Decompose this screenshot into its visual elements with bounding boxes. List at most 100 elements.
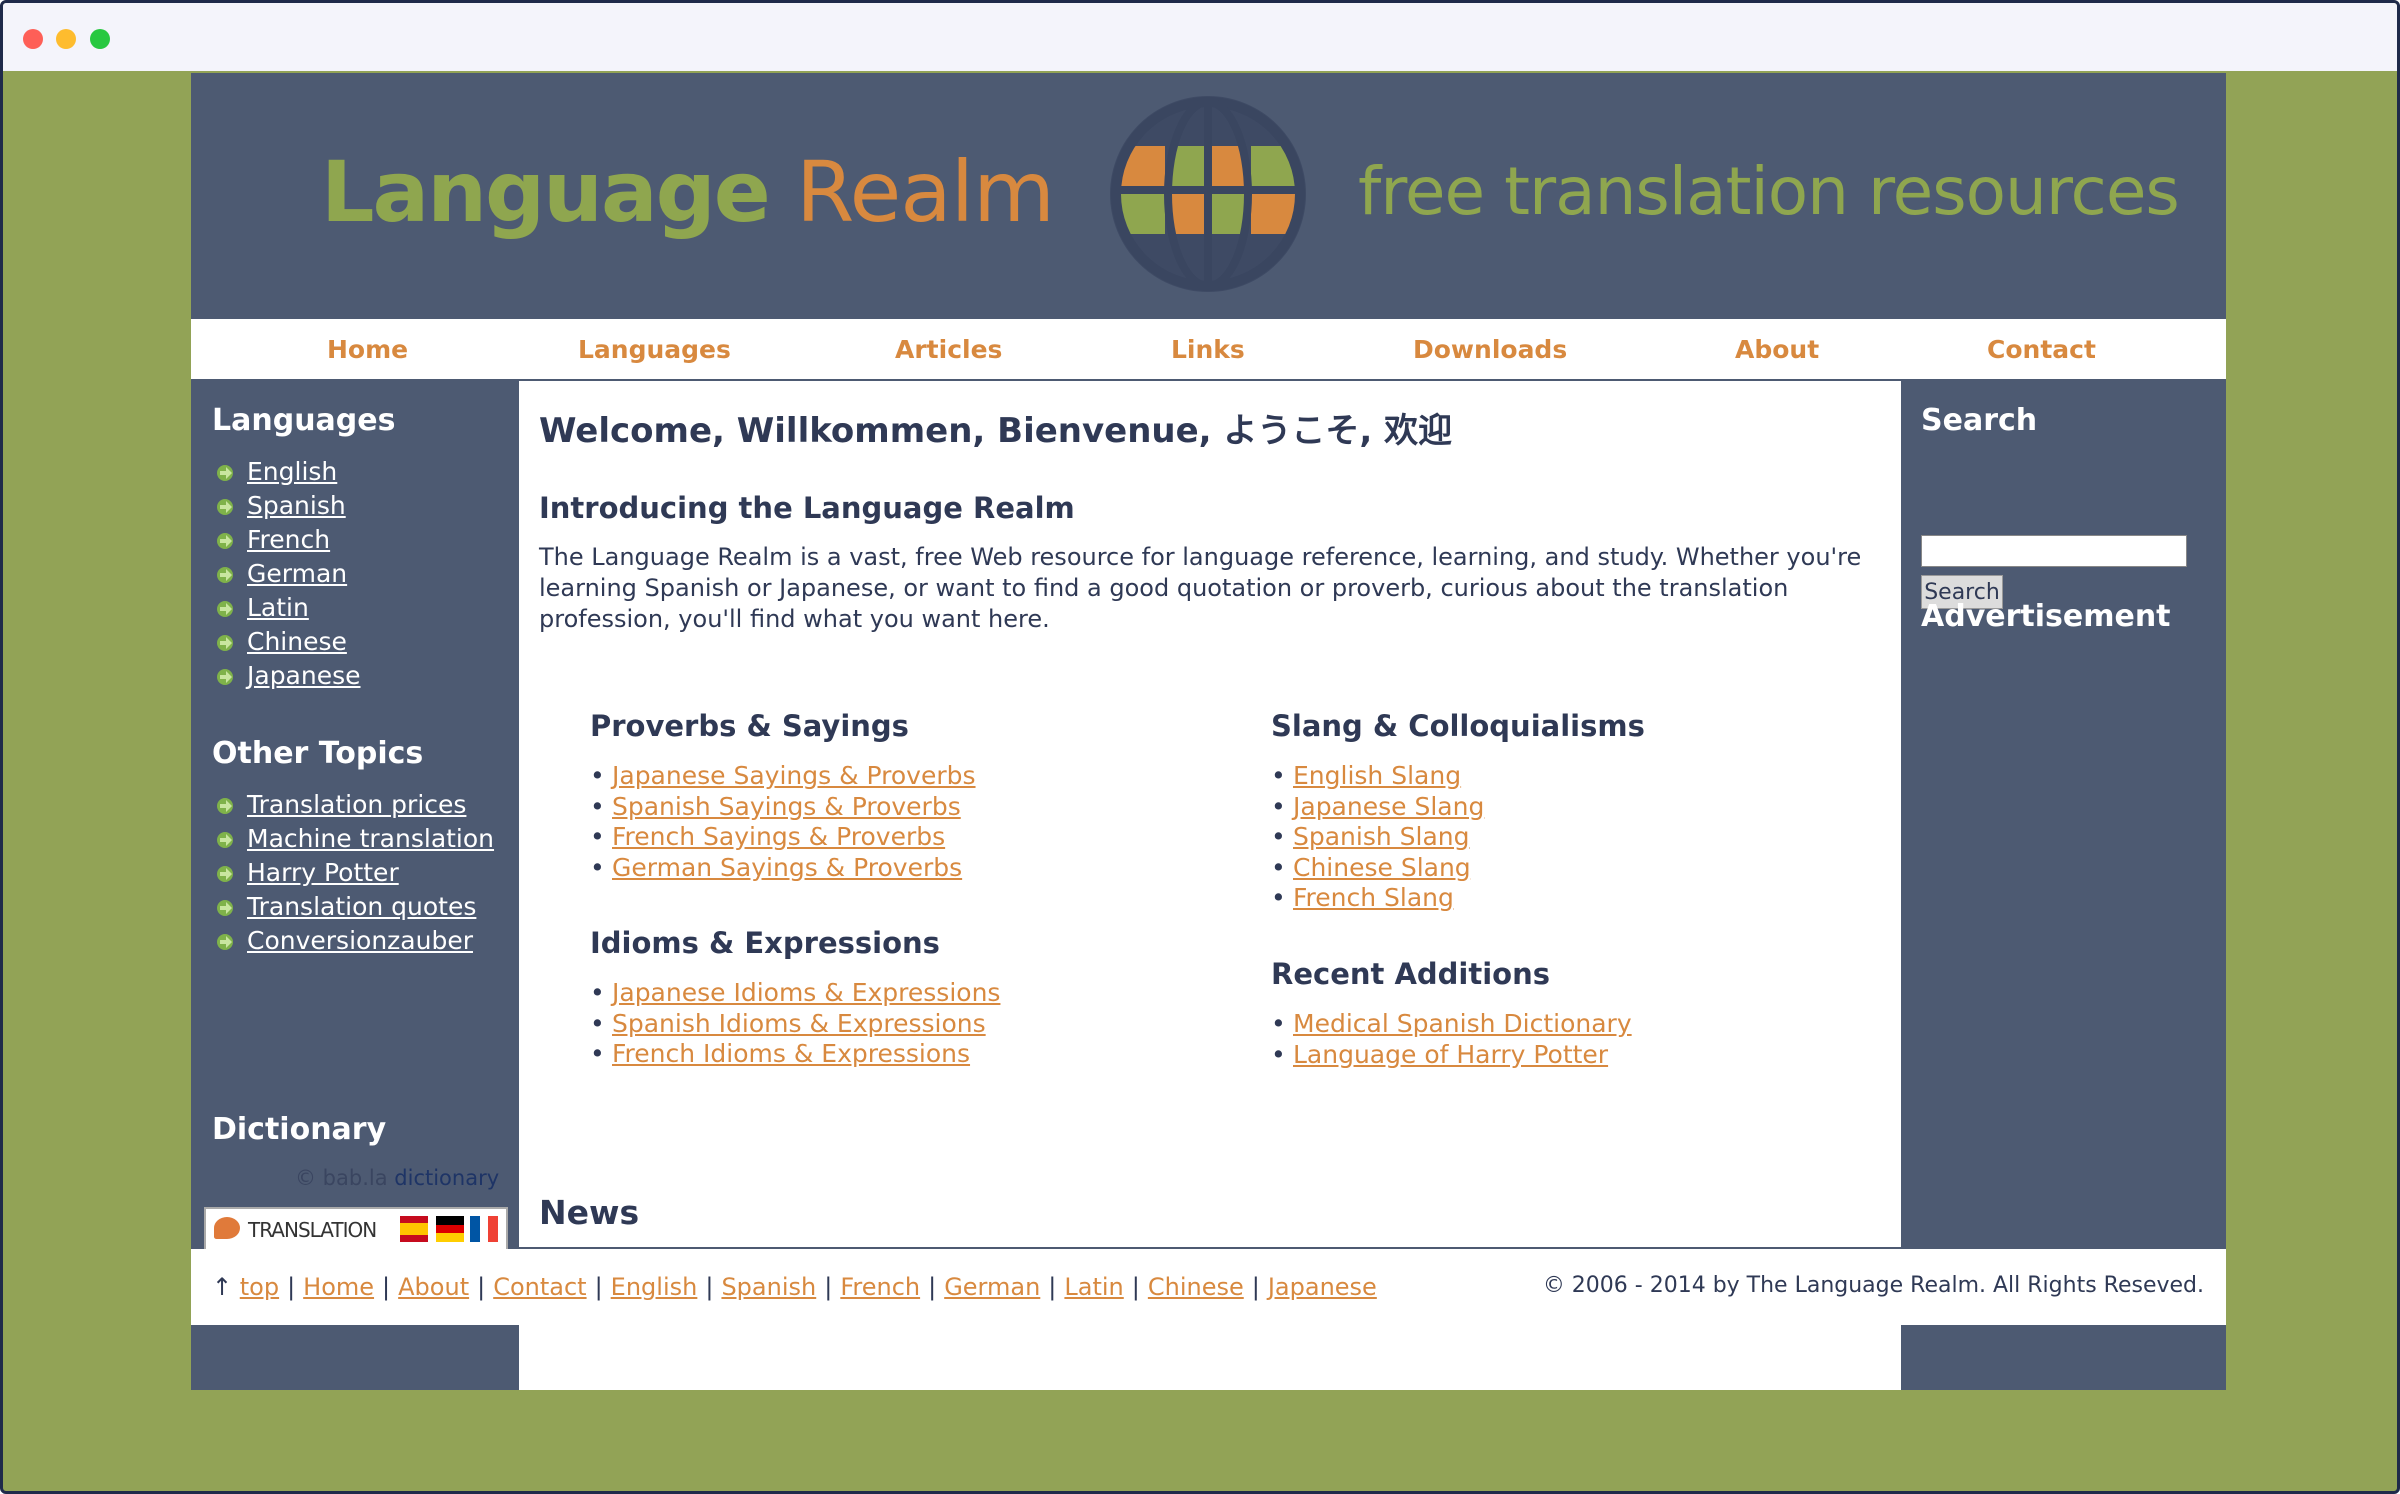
idioms-heading: Idioms & Expressions xyxy=(590,926,940,960)
news-heading: News xyxy=(539,1193,640,1232)
list-item: • Japanese Idioms & Expressions xyxy=(590,978,1001,1007)
nav-contact[interactable]: Contact xyxy=(1987,335,2096,364)
slang-list: • English Slang • Japanese Slang • Spanish … xyxy=(1271,761,1484,914)
link-french-idioms[interactable]: French Idioms & Expressions xyxy=(612,1039,970,1068)
arrow-right-icon xyxy=(217,866,233,882)
sidebar-link-chinese[interactable]: Chinese xyxy=(247,627,347,656)
arrow-right-icon xyxy=(217,601,233,617)
translation-badge-label: TRANSLATION xyxy=(248,1218,377,1242)
footer-link-chinese[interactable]: Chinese xyxy=(1148,1273,1244,1301)
link-english-slang[interactable]: English Slang xyxy=(1293,761,1461,790)
sidebar-link-translation-quotes[interactable]: Translation quotes xyxy=(247,892,476,921)
nav-downloads[interactable]: Downloads xyxy=(1413,335,1567,364)
germany-flag-icon xyxy=(436,1216,464,1242)
arrow-right-icon xyxy=(217,900,233,916)
page-container: Language Realm free translation resource… xyxy=(191,73,2226,1390)
sidebar-link-german[interactable]: German xyxy=(247,559,347,588)
recent-additions-list: • Medical Spanish Dictionary • Language of… xyxy=(1271,1009,1632,1070)
footer-link-top[interactable]: top xyxy=(240,1273,279,1301)
list-item: Japanese xyxy=(215,661,361,695)
arrow-right-icon xyxy=(217,934,233,950)
logo-tagline: free translation resources xyxy=(1358,153,2180,230)
nav-about[interactable]: About xyxy=(1735,335,1819,364)
footer-separator: | xyxy=(1251,1273,1260,1301)
france-flag-icon xyxy=(470,1216,498,1242)
footer-separator: | xyxy=(287,1273,296,1301)
link-spanish-sayings[interactable]: Spanish Sayings & Proverbs xyxy=(612,792,961,821)
link-japanese-slang[interactable]: Japanese Slang xyxy=(1293,792,1484,821)
link-japanese-idioms[interactable]: Japanese Idioms & Expressions xyxy=(612,978,1000,1007)
sidebar-link-latin[interactable]: Latin xyxy=(247,593,309,622)
nav-home[interactable]: Home xyxy=(327,335,408,364)
link-german-sayings[interactable]: German Sayings & Proverbs xyxy=(612,853,962,882)
footer-link-contact[interactable]: Contact xyxy=(493,1273,586,1301)
translation-badge[interactable]: TRANSLATION xyxy=(204,1207,508,1253)
spain-flag-icon xyxy=(400,1216,428,1242)
sidebar-dictionary-heading: Dictionary xyxy=(212,1112,387,1147)
nav-links[interactable]: Links xyxy=(1171,335,1245,364)
logo-word-realm: Realm xyxy=(796,143,1055,241)
sidebar-link-conversionzauber[interactable]: Conversionzauber xyxy=(247,926,473,955)
bab-la-dictionary-link[interactable]: dictionary xyxy=(394,1166,499,1190)
speech-bubble-icon xyxy=(214,1217,240,1239)
footer-separator: | xyxy=(928,1273,937,1301)
site-footer: ↑ top | Home | About | Contact | English | Spanish… xyxy=(191,1249,2226,1325)
sidebar-link-japanese[interactable]: Japanese xyxy=(247,661,361,690)
footer-link-home[interactable]: Home xyxy=(303,1273,374,1301)
sidebar-link-harry-potter[interactable]: Harry Potter xyxy=(247,858,399,887)
minimize-window-button[interactable] xyxy=(56,29,76,49)
globe-logo-icon xyxy=(1110,96,1306,292)
footer-link-about[interactable]: About xyxy=(398,1273,469,1301)
sidebar-link-french[interactable]: French xyxy=(247,525,330,554)
link-japanese-sayings[interactable]: Japanese Sayings & Proverbs xyxy=(612,761,976,790)
sidebar-other-topics-list: Translation prices Machine translation H… xyxy=(215,790,494,960)
footer-link-latin[interactable]: Latin xyxy=(1064,1273,1123,1301)
list-item: Spanish xyxy=(215,491,361,525)
sidebar-link-english[interactable]: English xyxy=(247,457,337,486)
footer-link-spanish[interactable]: Spanish xyxy=(721,1273,816,1301)
list-item: • Language of Harry Potter xyxy=(1271,1039,1609,1069)
arrow-right-icon xyxy=(217,567,233,583)
proverbs-heading: Proverbs & Sayings xyxy=(590,709,909,743)
footer-link-japanese[interactable]: Japanese xyxy=(1268,1273,1377,1301)
link-spanish-idioms[interactable]: Spanish Idioms & Expressions xyxy=(612,1009,986,1038)
site-banner[interactable]: Language Realm free translation resource… xyxy=(191,73,2226,319)
arrow-right-icon xyxy=(217,635,233,651)
up-arrow-icon: ↑ xyxy=(212,1273,233,1301)
intro-paragraph: The Language Realm is a vast, free Web r… xyxy=(539,543,1862,633)
list-item: Chinese xyxy=(215,627,361,661)
close-window-button[interactable] xyxy=(23,29,43,49)
maximize-window-button[interactable] xyxy=(90,29,110,49)
footer-copyright: © 2006 - 2014 by The Language Realm. All… xyxy=(1542,1273,2204,1298)
recent-additions-heading: Recent Additions xyxy=(1271,957,1550,991)
window-titlebar xyxy=(3,3,2397,71)
link-medical-spanish-dictionary[interactable]: Medical Spanish Dictionary xyxy=(1293,1009,1632,1038)
list-item: • French Idioms & Expressions xyxy=(590,1039,971,1068)
idioms-list: • Japanese Idioms & Expressions • Spanish … xyxy=(590,978,1000,1070)
link-language-of-harry-potter[interactable]: Language of Harry Potter xyxy=(1293,1040,1608,1069)
footer-link-english[interactable]: English xyxy=(611,1273,698,1301)
sidebar-link-machine-translation[interactable]: Machine translation xyxy=(247,824,494,853)
sidebar-link-translation-prices[interactable]: Translation prices xyxy=(247,790,466,819)
link-spanish-slang[interactable]: Spanish Slang xyxy=(1293,822,1470,851)
arrow-right-icon xyxy=(217,499,233,515)
nav-articles[interactable]: Articles xyxy=(895,335,1002,364)
welcome-title: Welcome, Willkommen, Bienvenue, ようこそ, 欢迎 xyxy=(539,411,1453,451)
footer-separator: | xyxy=(824,1273,833,1301)
footer-link-german[interactable]: German xyxy=(944,1273,1040,1301)
link-french-slang[interactable]: French Slang xyxy=(1293,883,1454,912)
link-chinese-slang[interactable]: Chinese Slang xyxy=(1293,853,1471,882)
main-nav: Home Languages Articles Links Downloads … xyxy=(191,319,2226,381)
list-item: • Japanese Slang xyxy=(1271,791,1485,821)
footer-separator: | xyxy=(705,1273,714,1301)
nav-languages[interactable]: Languages xyxy=(578,335,731,364)
list-item: Conversionzauber xyxy=(215,926,494,960)
proverbs-list: • Japanese Sayings & Proverbs • Spanish Sa… xyxy=(590,761,976,883)
bab-la-prefix: © bab.la xyxy=(295,1166,388,1190)
link-french-sayings[interactable]: French Sayings & Proverbs xyxy=(612,822,945,851)
search-input[interactable] xyxy=(1921,535,2187,567)
footer-link-french[interactable]: French xyxy=(840,1273,920,1301)
advertisement-heading: Advertisement xyxy=(1921,599,2171,634)
sidebar-link-spanish[interactable]: Spanish xyxy=(247,491,346,520)
footer-bottom-strip xyxy=(519,1325,1901,1390)
